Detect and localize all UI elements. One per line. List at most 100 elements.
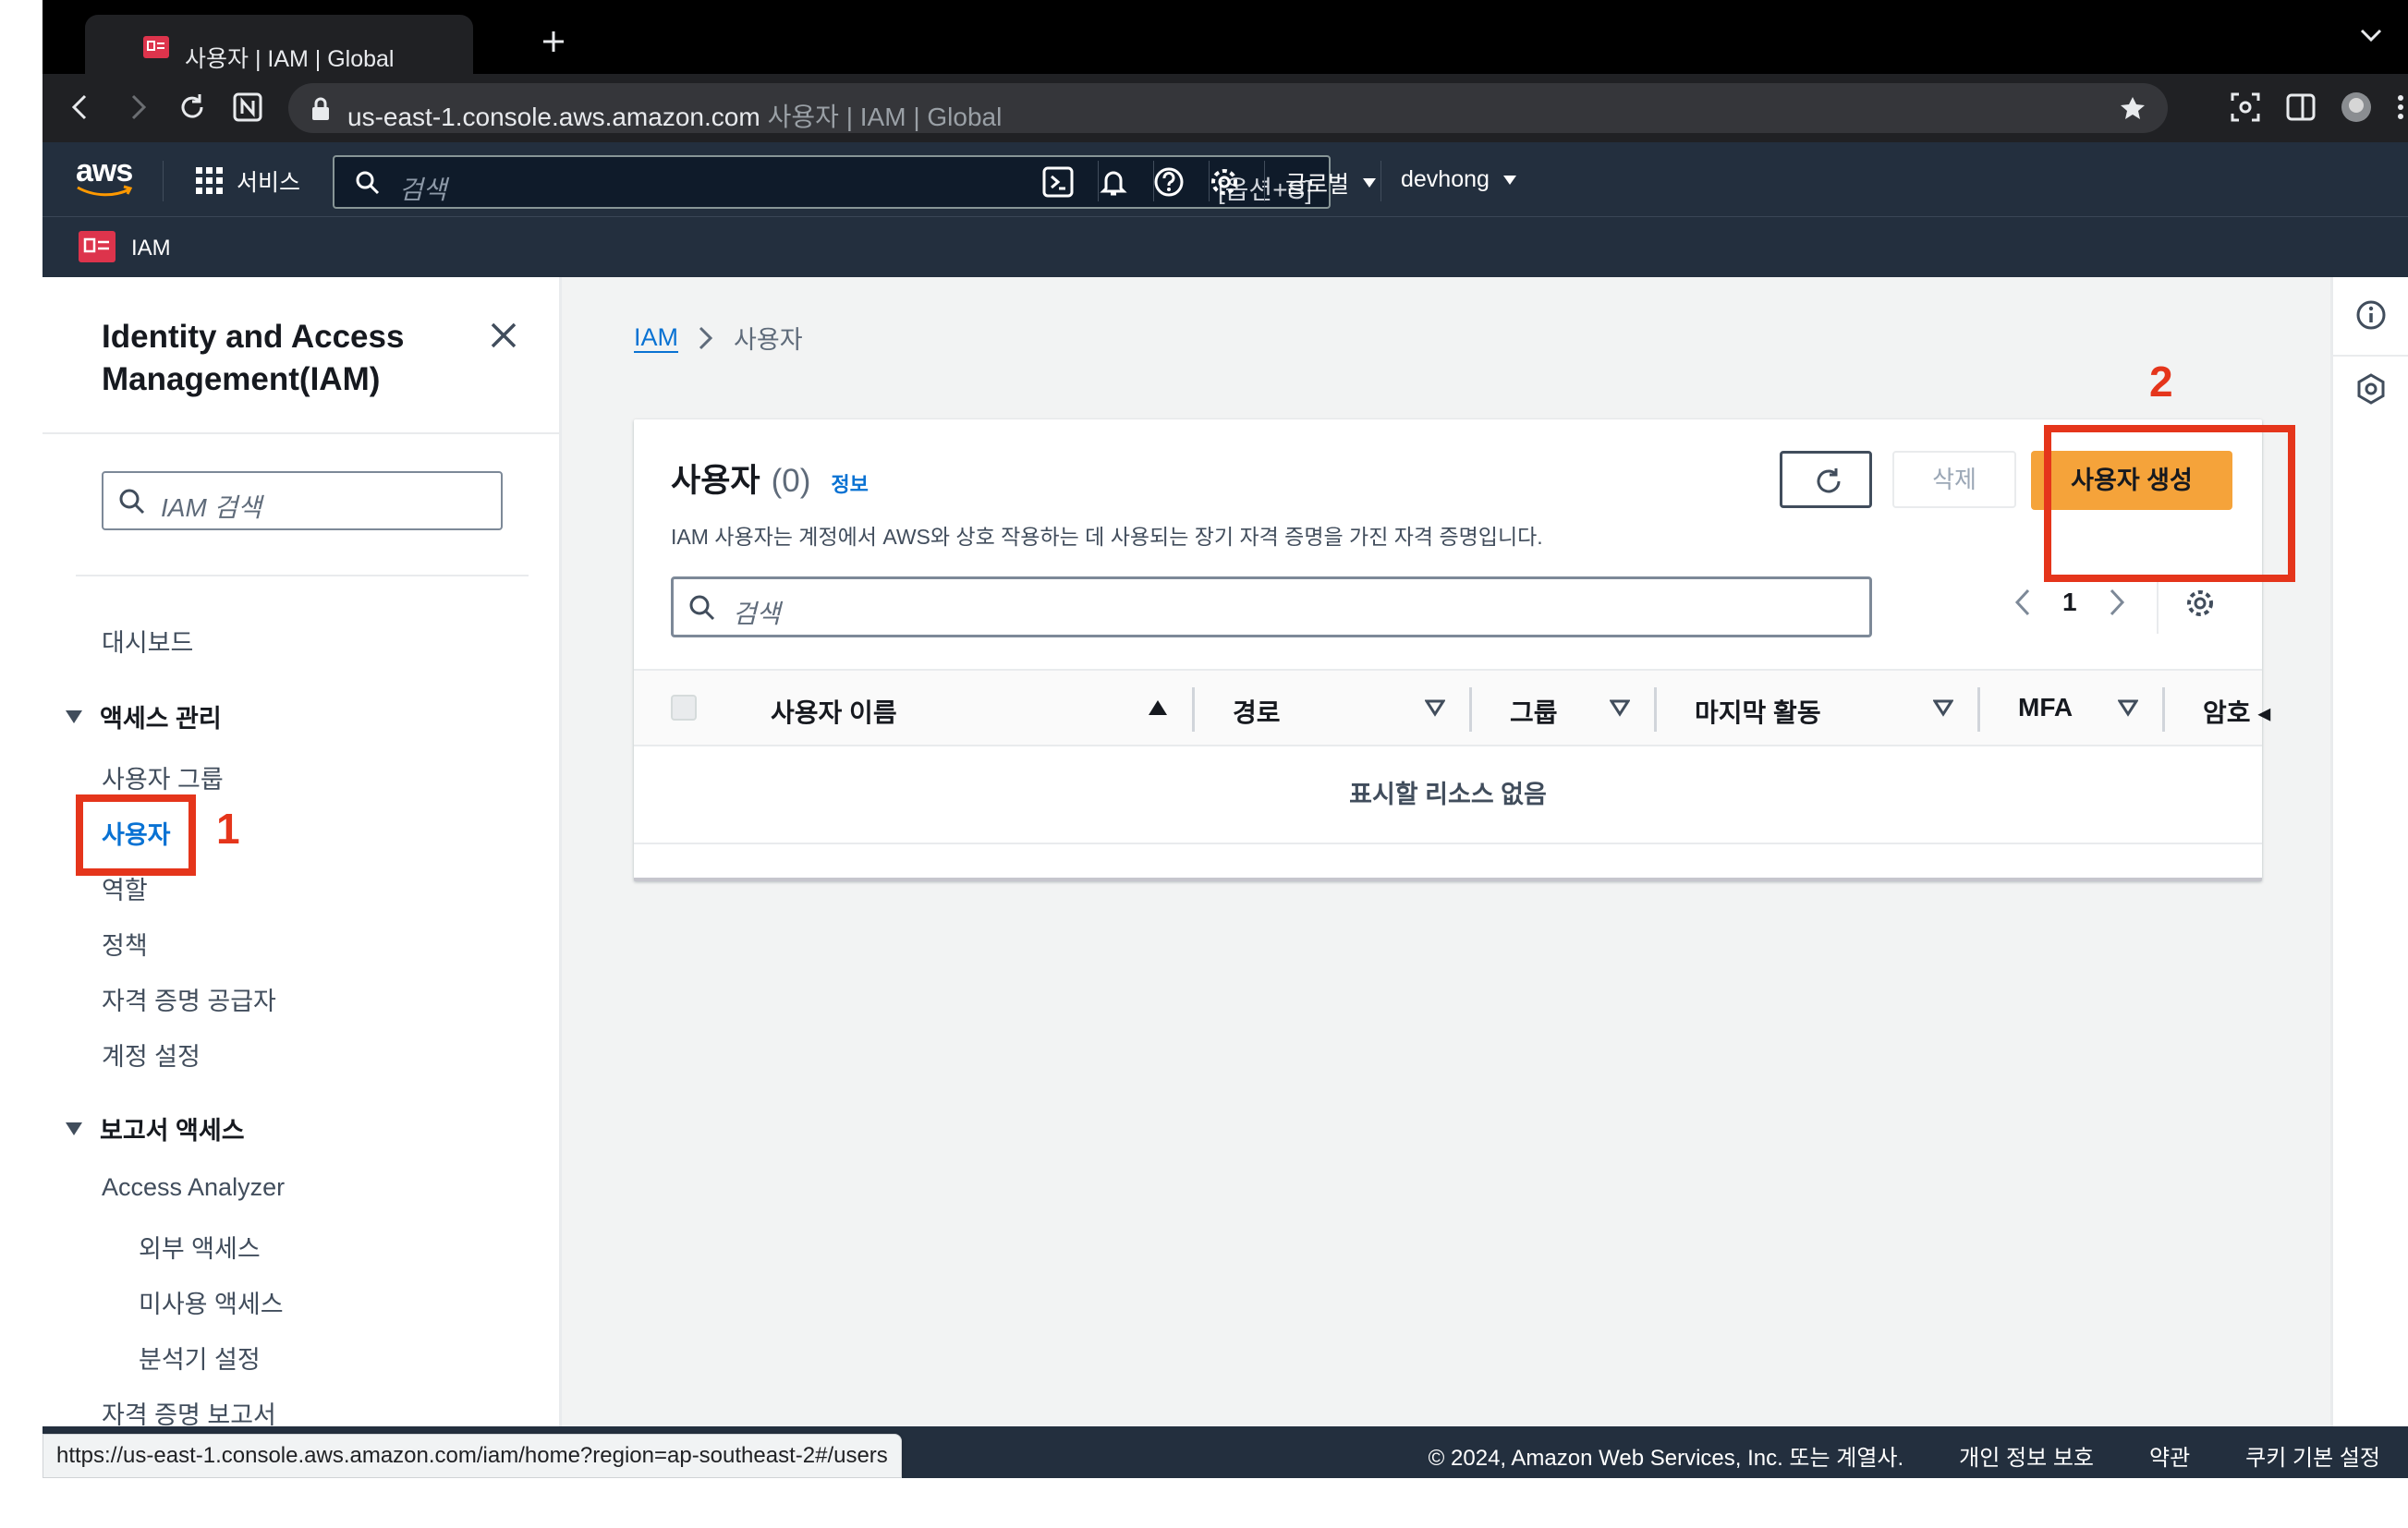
sort-caret-icon[interactable] — [2118, 698, 2138, 717]
lock-icon — [312, 97, 329, 120]
user-count: (0) — [771, 463, 811, 499]
security-hexagon-icon[interactable] — [2355, 373, 2387, 405]
right-tools-rail — [2330, 277, 2408, 1426]
sidebar-section-access-reports[interactable]: 보고서 액세스 — [65, 1110, 245, 1146]
info-panel-icon[interactable] — [2355, 299, 2387, 331]
service-favorites-bar: IAM — [43, 216, 2408, 277]
address-url: us-east-1.console.aws.amazon.com 사용자 | IA… — [347, 103, 1003, 131]
iam-service-link[interactable]: IAM — [131, 236, 171, 261]
iam-service-icon[interactable] — [78, 230, 116, 263]
caret-down-icon — [1502, 175, 1516, 185]
empty-state-text: 표시할 리소스 없음 — [1349, 781, 1547, 808]
sort-caret-icon[interactable] — [1610, 698, 1630, 717]
pagination: 1 — [2014, 588, 2125, 617]
sidebar-item-identity-providers[interactable]: 자격 증명 공급자 — [102, 981, 276, 1017]
tab-list-chevron-icon[interactable] — [2360, 28, 2382, 42]
sort-ascending-icon[interactable] — [1148, 698, 1168, 717]
sidebar-search-input[interactable]: IAM 검색 — [102, 471, 503, 530]
sidebar-item-analyzer-settings[interactable]: 분석기 설정 — [139, 1340, 261, 1376]
annotation-highlight-users — [76, 794, 196, 876]
search-icon — [119, 489, 145, 515]
iam-favicon-icon — [143, 36, 169, 58]
browser-tab-title: 사용자 | IAM | Global — [185, 46, 395, 72]
column-path[interactable]: 경로 — [1233, 693, 1281, 730]
refresh-button[interactable] — [1780, 451, 1872, 508]
address-bar[interactable]: us-east-1.console.aws.amazon.com 사용자 | IA… — [288, 83, 2168, 133]
screenshot-icon[interactable] — [2229, 91, 2262, 124]
browser-toolbar: us-east-1.console.aws.amazon.com 사용자 | IA… — [43, 74, 2408, 142]
users-search-input[interactable]: 검색 — [671, 576, 1872, 637]
sidebar-item-external-access[interactable]: 외부 액세스 — [139, 1229, 261, 1265]
annotation-highlight-create-user — [2044, 425, 2295, 582]
profile-avatar[interactable] — [2340, 91, 2373, 124]
caret-down-icon — [1363, 178, 1377, 188]
browser-status-url: https://us-east-1.console.aws.amazon.com… — [43, 1434, 902, 1478]
region-selector[interactable]: 글로벌 — [1285, 166, 1377, 200]
bookmark-star-icon[interactable] — [2118, 94, 2147, 124]
breadcrumb-current: 사용자 — [734, 326, 803, 354]
footer-cookies-link[interactable]: 쿠키 기본 설정 — [2245, 1439, 2380, 1472]
reload-icon[interactable] — [176, 91, 209, 124]
account-menu[interactable]: devhong — [1401, 166, 1517, 193]
sidebar-item-account-settings[interactable]: 계정 설정 — [102, 1037, 201, 1073]
page-number[interactable]: 1 — [2062, 588, 2077, 617]
sidebar-title: Identity and Access Management(IAM) — [102, 319, 405, 397]
sidebar-item-policies[interactable]: 정책 — [102, 926, 148, 962]
services-menu[interactable]: 서비스 — [196, 164, 300, 198]
column-user-name[interactable]: 사용자 이름 — [771, 693, 897, 730]
side-panel-icon[interactable] — [2284, 91, 2317, 124]
users-table-container: 사용자 (0) 정보 IAM 사용자는 계정에서 AWS와 상호 작용하는 데 … — [634, 419, 2270, 881]
table-header: 사용자 이름 경로 그룹 마지막 활동 MFA 암호 ◂ — [634, 669, 2270, 746]
browser-menu-icon[interactable] — [2397, 91, 2404, 124]
select-all-checkbox[interactable] — [671, 695, 697, 721]
browser-window: 사용자 | IAM | Global us-east-1.console.aws… — [43, 0, 2408, 1478]
sort-caret-icon[interactable] — [1933, 698, 1953, 717]
sidebar-item-access-analyzer[interactable]: Access Analyzer — [102, 1173, 285, 1202]
settings-gear-icon[interactable] — [1209, 166, 1240, 198]
forward-icon[interactable] — [120, 91, 153, 124]
table-preferences-gear-icon[interactable] — [2184, 588, 2216, 619]
sort-caret-icon[interactable] — [1425, 698, 1445, 717]
account-label: devhong — [1401, 166, 1490, 192]
column-mfa[interactable]: MFA — [2018, 693, 2073, 722]
column-groups[interactable]: 그룹 — [1510, 693, 1558, 730]
aws-top-nav: aws 서비스 검색 [옵션+S] 글로벌 devhong — [43, 142, 2408, 216]
extension-n-icon[interactable] — [231, 91, 264, 124]
browser-tab[interactable]: 사용자 | IAM | Global — [85, 15, 473, 74]
services-label: 서비스 — [237, 170, 301, 196]
info-link[interactable]: 정보 — [831, 468, 868, 498]
notifications-bell-icon[interactable] — [1098, 166, 1129, 198]
help-icon[interactable] — [1153, 166, 1185, 198]
sidebar-item-user-groups[interactable]: 사용자 그룹 — [102, 759, 224, 795]
sidebar-section-access-management[interactable]: 액세스 관리 — [65, 698, 222, 734]
cloudshell-icon[interactable] — [1042, 166, 1074, 198]
panel-title: 사용자 — [671, 463, 760, 499]
side-navigation: Identity and Access Management(IAM) IAM … — [43, 277, 562, 1429]
aws-logo[interactable]: aws — [76, 155, 133, 202]
region-label: 글로벌 — [1285, 172, 1350, 198]
footer-privacy-link[interactable]: 개인 정보 보호 — [1959, 1439, 2094, 1472]
close-icon[interactable] — [490, 321, 517, 349]
browser-tab-bar: 사용자 | IAM | Global — [43, 0, 2408, 74]
column-last-activity[interactable]: 마지막 활동 — [1695, 693, 1821, 730]
global-search-placeholder: 검색 — [399, 176, 447, 204]
search-icon — [356, 171, 380, 195]
sidebar-item-dashboard[interactable]: 대시보드 — [102, 623, 193, 659]
aws-smile-icon — [77, 185, 133, 197]
grid-icon — [196, 167, 223, 194]
panel-description: IAM 사용자는 계정에서 AWS와 상호 작용하는 데 사용되는 장기 자격 … — [671, 525, 1543, 549]
back-icon[interactable] — [65, 91, 98, 124]
chevron-left-icon[interactable] — [2014, 588, 2031, 616]
users-search-placeholder: 검색 — [733, 600, 781, 628]
column-password[interactable]: 암호 ◂ — [2203, 693, 2270, 730]
new-tab-icon[interactable] — [541, 30, 566, 54]
breadcrumb-iam-link[interactable]: IAM — [634, 323, 678, 352]
refresh-icon — [1817, 468, 1841, 493]
sidebar-item-unused-access[interactable]: 미사용 액세스 — [139, 1284, 284, 1320]
chevron-right-icon — [699, 326, 713, 349]
annotation-step-1: 1 — [216, 805, 240, 853]
delete-button[interactable]: 삭제 — [1892, 451, 2016, 508]
caret-down-icon — [66, 1122, 82, 1135]
chevron-right-icon[interactable] — [2109, 588, 2125, 616]
footer-terms-link[interactable]: 약관 — [2149, 1439, 2190, 1472]
